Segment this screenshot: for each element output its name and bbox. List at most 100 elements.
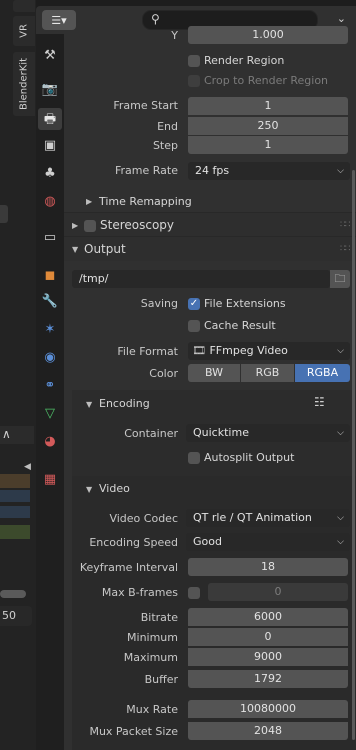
blenderkit-tab[interactable]: BlenderKit (13, 52, 35, 116)
vr-tab[interactable]: VR (13, 16, 35, 46)
crop-region-checkbox[interactable] (188, 75, 200, 87)
physics-tab-icon[interactable]: ◉ (38, 346, 62, 368)
expanded-arrow-icon[interactable]: ▼ (86, 400, 92, 409)
view-tab[interactable] (13, 0, 35, 12)
render-tab-icon[interactable]: 📷 (38, 78, 62, 100)
frame-rate-label: Frame Rate (115, 164, 178, 177)
texture-tab-icon[interactable]: ▦ (38, 468, 62, 490)
material-tab-icon[interactable]: ◕ (38, 430, 62, 452)
color-rgb-button[interactable]: RGB (241, 364, 294, 382)
track-strip-blue (0, 506, 30, 518)
cache-result-checkbox[interactable] (188, 320, 200, 332)
time-remapping-header[interactable]: Time Remapping (99, 195, 192, 208)
view-layer-tab-icon[interactable]: ▣ (38, 134, 62, 156)
expanded-arrow-icon[interactable]: ▼ (86, 485, 92, 494)
scene-tab-icon[interactable]: ♣ (38, 162, 62, 184)
frame-end-label: End (157, 120, 178, 133)
frame-value-field[interactable]: 50 (0, 606, 32, 626)
max-bframes-checkbox[interactable] (188, 587, 200, 599)
track-strip-green (0, 525, 30, 539)
collapsed-arrow-icon[interactable]: ▶ (72, 221, 78, 230)
buffer-field[interactable]: 1792 (188, 670, 348, 688)
bitrate-label: Bitrate (140, 611, 178, 624)
buffer-label: Buffer (144, 673, 178, 686)
curve-icon-area: ∧ (0, 426, 34, 444)
autosplit-label: Autosplit Output (204, 451, 295, 464)
editor-type-button[interactable]: ☰▾ (42, 10, 76, 30)
curve-icon[interactable]: ∧ (2, 427, 11, 441)
color-rgba-button[interactable]: RGBA (295, 364, 350, 382)
keyframe-interval-field[interactable]: 18 (188, 558, 348, 576)
frame-rate-dropdown[interactable]: 24 fps ⌵ (188, 162, 350, 180)
encoding-speed-dropdown[interactable]: Good ⌵ (186, 533, 350, 551)
crop-region-label: Crop to Render Region (204, 74, 329, 87)
track-strip-blue (0, 490, 30, 502)
minimum-label: Minimum (127, 631, 178, 644)
track-strip-orange (0, 474, 30, 488)
output-header: Output (84, 242, 126, 256)
container-dropdown[interactable]: Quicktime ⌵ (186, 424, 350, 442)
resolution-y-field[interactable]: 1.000 (188, 26, 348, 44)
search-icon: ⚲ (151, 12, 160, 26)
max-bframes-label: Max B-frames (101, 586, 178, 599)
drag-handle-icon[interactable]: ∷∷ (340, 220, 351, 230)
encoding-header[interactable]: Encoding (99, 397, 150, 410)
render-region-checkbox[interactable] (188, 55, 200, 67)
chevron-down-icon: ⌵ (337, 428, 344, 438)
encoding-speed-label: Encoding Speed (89, 536, 178, 549)
horizontal-scrollbar[interactable] (0, 590, 26, 598)
world-tab-icon[interactable]: ◍ (38, 190, 62, 212)
file-extensions-checkbox[interactable]: ✓ (188, 298, 200, 310)
chevron-down-icon: ⌵ (337, 346, 344, 356)
autosplit-checkbox[interactable] (188, 452, 200, 464)
max-bframes-field[interactable]: 0 (208, 583, 348, 601)
file-extensions-label: File Extensions (204, 297, 286, 310)
bitrate-field[interactable]: 6000 (188, 608, 348, 626)
drag-handle-icon[interactable]: ∷∷ (340, 244, 351, 254)
frame-step-field[interactable]: 1 (188, 136, 348, 154)
data-tab-icon[interactable]: ▽ (38, 402, 62, 424)
folder-icon[interactable]: 🗀 (330, 270, 350, 288)
video-codec-dropdown[interactable]: QT rle / QT Animation ⌵ (186, 509, 350, 527)
left-field-edge (0, 205, 8, 223)
properties-editor-icon: ☰▾ (51, 13, 67, 27)
output-path-field[interactable]: /tmp/ (72, 270, 330, 288)
constraints-tab-icon[interactable]: ⚭ (38, 374, 62, 396)
mux-packet-size-field[interactable]: 2048 (188, 722, 348, 740)
properties-panel: Y 1.000 Render Region Crop to Render Reg… (64, 26, 356, 750)
video-header[interactable]: Video (99, 482, 130, 495)
render-region-label: Render Region (204, 54, 285, 67)
panel-scrollbar[interactable] (352, 170, 355, 740)
film-icon: 🎞 (192, 344, 206, 357)
minimum-rate-field[interactable]: 0 (188, 628, 348, 646)
frame-start-field[interactable]: 1 (188, 97, 348, 115)
chevron-down-icon: ⌵ (337, 537, 344, 547)
expanded-arrow-icon[interactable]: ▼ (72, 245, 78, 254)
particles-tab-icon[interactable]: ✶ (38, 318, 62, 340)
collection-tab-icon[interactable]: ▭ (38, 226, 62, 248)
saving-label: Saving (140, 297, 178, 310)
expand-arrow-icon[interactable]: ◀ (24, 462, 31, 472)
maximum-rate-field[interactable]: 9000 (188, 648, 348, 666)
mux-rate-field[interactable]: 10080000 (188, 700, 348, 718)
chevron-down-icon: ⌵ (337, 166, 344, 176)
modifier-tab-icon[interactable]: 🔧 (38, 290, 62, 312)
adjacent-editor-strip: VR BlenderKit ∧ ◀ 50 (0, 0, 36, 750)
frame-end-field[interactable]: 250 (188, 117, 348, 135)
frame-step-label: Step (152, 139, 178, 152)
file-format-dropdown[interactable]: 🎞 FFmpeg Video ⌵ (188, 342, 350, 360)
y-label: Y (171, 29, 178, 42)
container-label: Container (124, 427, 178, 440)
stereoscopy-checkbox[interactable] (84, 220, 96, 232)
object-tab-icon[interactable]: ◼ (38, 264, 62, 286)
video-codec-label: Video Codec (109, 512, 178, 525)
tool-tab-icon[interactable]: ⚒ (38, 44, 62, 66)
mux-packet-size-label: Mux Packet Size (89, 725, 178, 738)
chevron-down-icon[interactable]: ⌄ (337, 12, 346, 25)
presets-list-icon[interactable]: ☷ (314, 395, 325, 409)
output-tab-icon[interactable]: 🖶 (38, 108, 62, 130)
color-bw-button[interactable]: BW (188, 364, 240, 382)
properties-tab-column: ⚒ 📷 🖶 ▣ ♣ ◍ ▭ ◼ 🔧 ✶ ◉ ⚭ ▽ ◕ ▦ (36, 34, 64, 750)
collapsed-arrow-icon[interactable]: ▶ (86, 197, 92, 206)
chevron-down-icon: ⌵ (337, 513, 344, 523)
